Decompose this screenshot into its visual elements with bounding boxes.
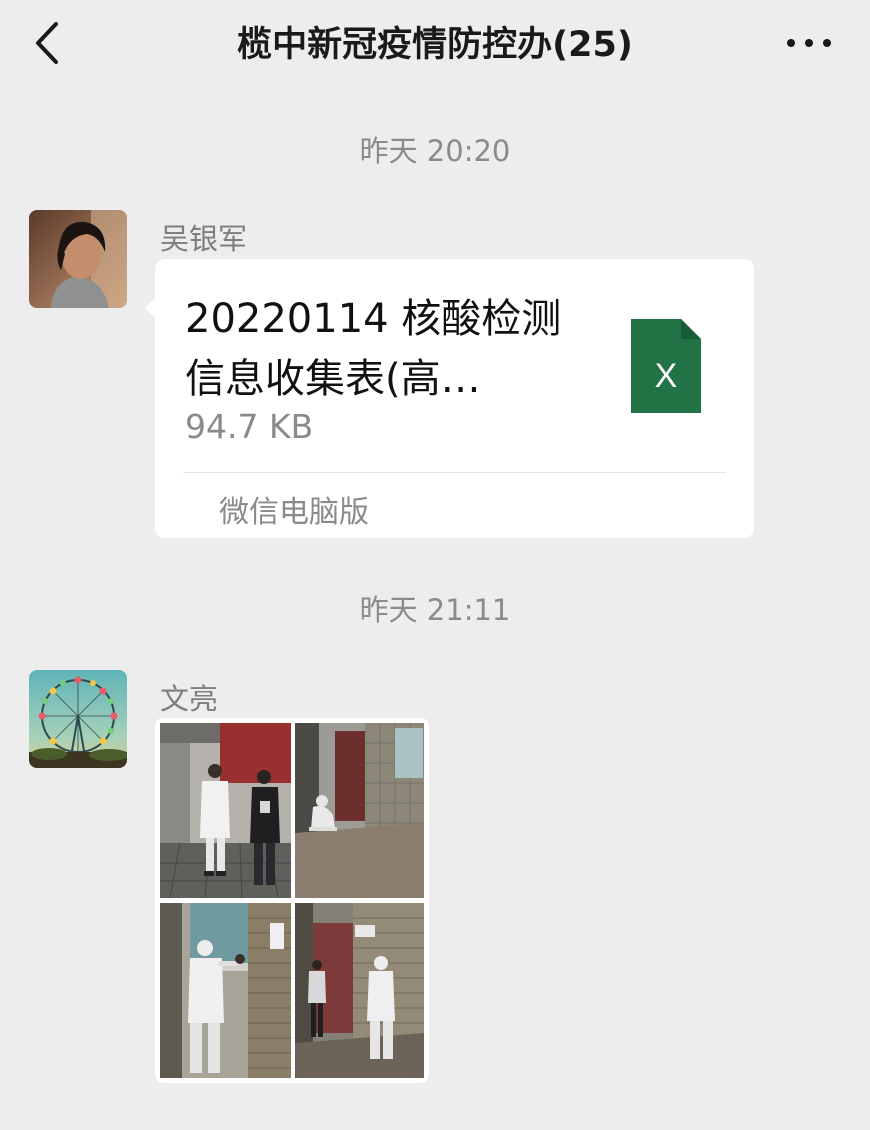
message-timestamp: 昨天 20:20 [359, 134, 511, 168]
collage-photo-3[interactable] [160, 903, 291, 1078]
file-size: 94.7 KB [185, 407, 314, 446]
collage-photo-4[interactable] [295, 903, 424, 1078]
swab-window-photo-icon [160, 903, 291, 1078]
avatar-photo-icon [29, 210, 127, 308]
file-source-label: 微信电脑版 [219, 495, 369, 530]
sender-name: 吴银军 [160, 222, 248, 256]
message-timestamp: 昨天 21:11 [359, 593, 511, 627]
ferris-wheel-avatar-icon [29, 670, 127, 768]
image-message-card[interactable] [155, 718, 429, 1083]
hallway-photo-icon [160, 723, 291, 898]
photo-collage [160, 723, 424, 1078]
file-name-line-1: 20220114 核酸检测 [185, 296, 562, 342]
avatar[interactable] [29, 670, 127, 768]
bubble-tail [145, 297, 156, 319]
collage-photo-2[interactable] [295, 723, 424, 898]
file-name-line-2: 信息收集表(高… [185, 356, 481, 402]
more-button[interactable] [784, 28, 834, 58]
file-name: 20220114 核酸检测 信息收集表(高… [185, 289, 605, 409]
chevron-left-icon [36, 22, 58, 64]
collage-photo-1[interactable] [160, 723, 291, 898]
excel-file-icon-label: X [655, 357, 678, 395]
excel-file-icon: X [631, 319, 701, 413]
chat-header: 榄中新冠疫情防控办(25) [0, 0, 870, 90]
more-dots-icon [787, 39, 831, 47]
chat-screen: 榄中新冠疫情防控办(25) 昨天 20:20 吴银军 20220114 核酸检测… [0, 0, 870, 1130]
corridor-photo-icon [295, 723, 424, 898]
file-message-card[interactable]: 20220114 核酸检测 信息收集表(高… 94.7 KB X 微信电脑版 [145, 259, 754, 538]
sender-name: 文亮 [160, 682, 219, 716]
divider [183, 472, 726, 473]
back-button[interactable] [28, 18, 72, 68]
chat-title: 榄中新冠疫情防控办(25) [237, 25, 633, 65]
avatar[interactable] [29, 210, 127, 308]
doorway-photo-icon [295, 903, 424, 1078]
